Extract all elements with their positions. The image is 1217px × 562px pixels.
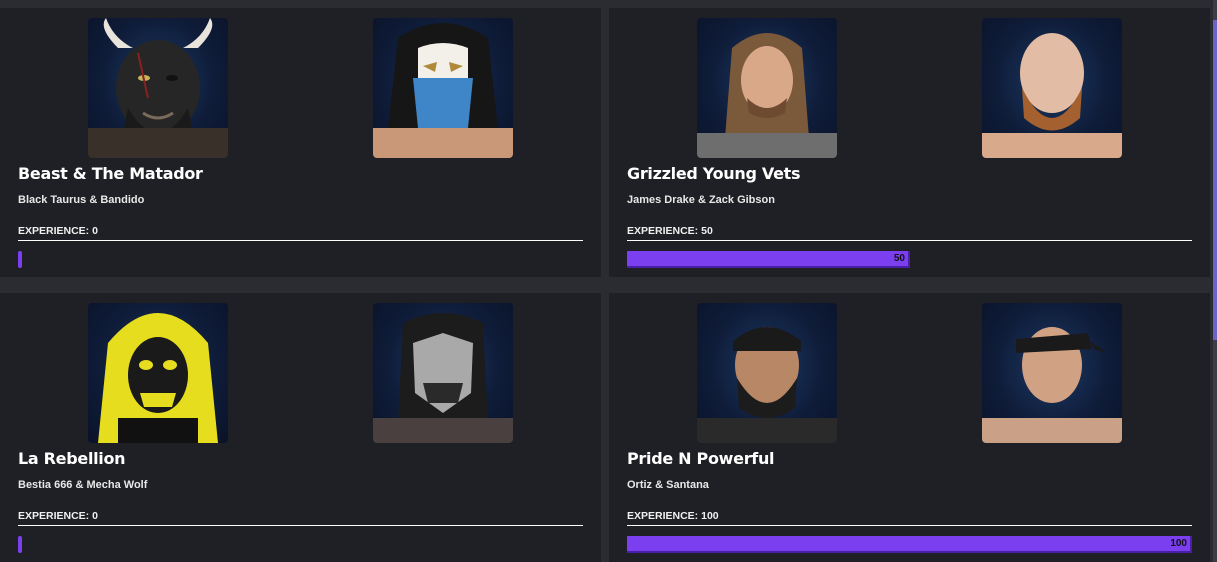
experience-label: EXPERIENCE: 50 (627, 225, 713, 237)
experience-bar-fill: 50 (627, 251, 910, 268)
bull-mask-wrestler-portrait (88, 18, 228, 158)
tag-team-grid: Beast & The Matador Black Taurus & Bandi… (0, 0, 1217, 562)
bearded-wrestler-portrait (982, 18, 1122, 158)
experience-bar (18, 536, 583, 553)
experience-bar: 100 (627, 536, 1192, 553)
long-hair-wrestler-portrait (697, 18, 837, 158)
team-card[interactable]: Grizzled Young Vets James Drake & Zack G… (609, 8, 1210, 277)
experience-bar: 50 (627, 251, 1192, 268)
divider (627, 240, 1192, 241)
team-members: James Drake & Zack Gibson (627, 194, 775, 206)
team-members: Black Taurus & Bandido (18, 194, 145, 206)
divider (627, 525, 1192, 526)
skull-mask-wrestler-portrait (88, 303, 228, 443)
blue-mask-wrestler-portrait (373, 18, 513, 158)
team-card[interactable]: Beast & The Matador Black Taurus & Bandi… (0, 8, 601, 277)
team-name: Pride N Powerful (627, 449, 775, 468)
experience-bar (18, 251, 583, 268)
team-card[interactable]: La Rebellion Bestia 666 & Mecha Wolf EXP… (0, 293, 601, 562)
team-name: Grizzled Young Vets (627, 164, 801, 183)
team-name: Beast & The Matador (18, 164, 203, 183)
team-name: La Rebellion (18, 449, 126, 468)
experience-bar-fill: 100 (627, 536, 1192, 553)
experience-bar-value: 100 (1170, 538, 1187, 549)
bandana-wrestler-portrait (982, 303, 1122, 443)
experience-label: EXPERIENCE: 100 (627, 510, 719, 522)
divider (18, 240, 583, 241)
divider (18, 525, 583, 526)
scrollbar[interactable] (1213, 0, 1217, 562)
experience-label: EXPERIENCE: 0 (18, 225, 98, 237)
team-members: Bestia 666 & Mecha Wolf (18, 479, 148, 491)
team-members: Ortiz & Santana (627, 479, 709, 491)
experience-bar-value: 50 (893, 253, 905, 264)
experience-label: EXPERIENCE: 0 (18, 510, 98, 522)
team-card[interactable]: Pride N Powerful Ortiz & Santana EXPERIE… (609, 293, 1210, 562)
silver-mask-wrestler-portrait (373, 303, 513, 443)
bandana-wrestler-portrait (697, 303, 837, 443)
experience-bar-fill (18, 536, 22, 553)
experience-bar-fill (18, 251, 22, 268)
